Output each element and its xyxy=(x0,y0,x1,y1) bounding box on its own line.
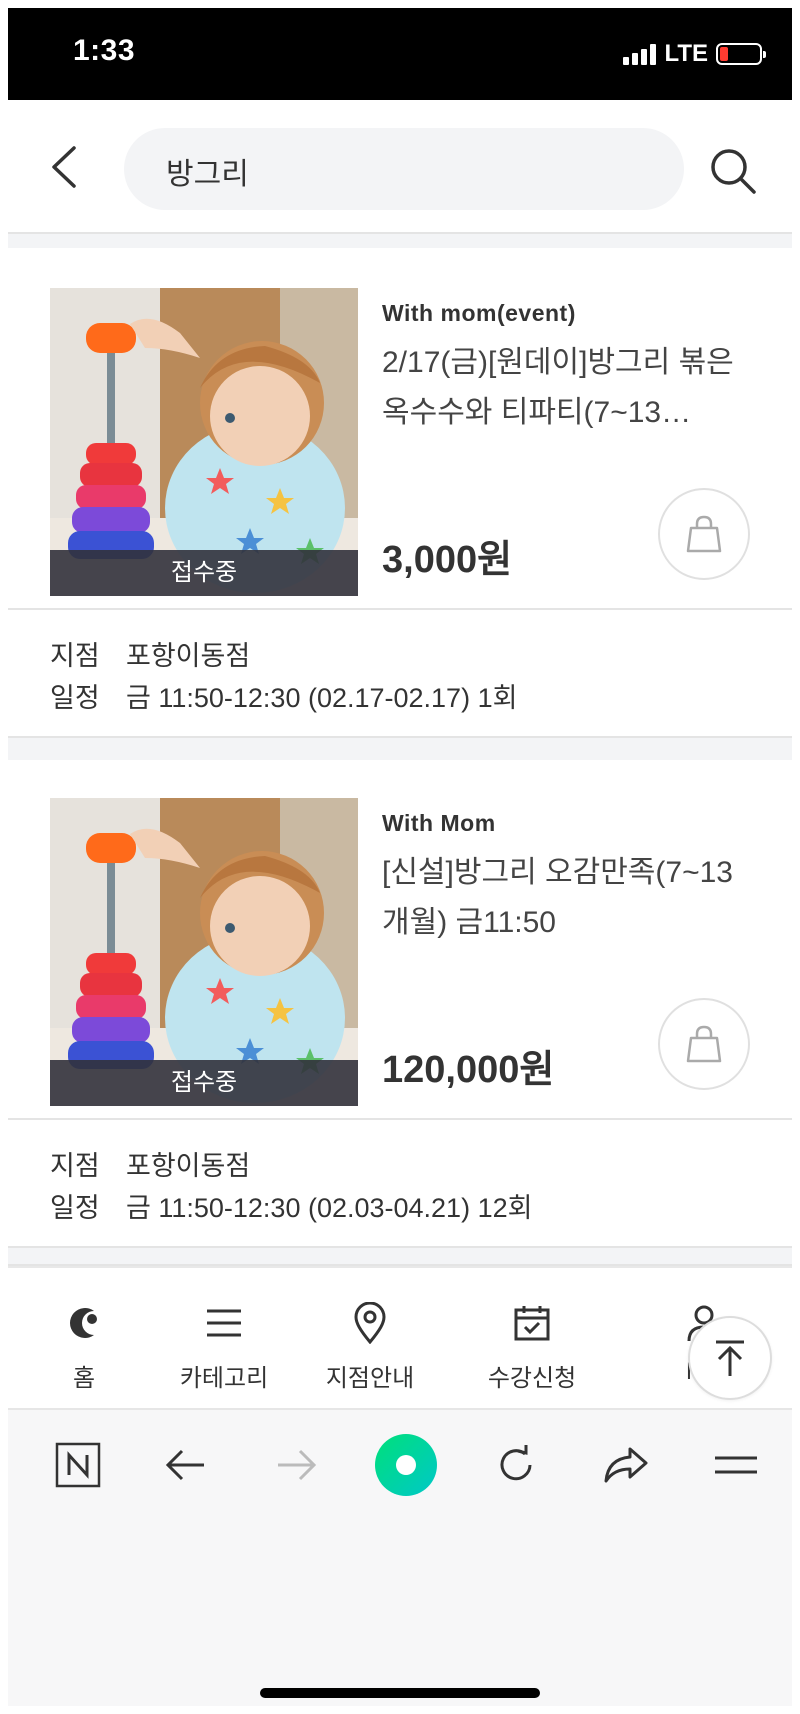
green-dot-icon xyxy=(375,1434,437,1496)
cart-button[interactable] xyxy=(658,488,750,580)
product-price: 3,000원 xyxy=(382,539,513,581)
branch-label: 지점 xyxy=(50,1151,100,1181)
nav-home-label: 홈 xyxy=(72,1365,96,1392)
browser-toolbar xyxy=(8,1408,792,1706)
browser-menu-button[interactable] xyxy=(701,1430,771,1500)
scroll-top-button[interactable] xyxy=(688,1316,772,1400)
branch-label: 지점 xyxy=(50,641,100,671)
network-label: LTE xyxy=(664,40,708,67)
product-card[interactable]: 접수중 With mom(event) 2/17(금)[원데이]방그리 볶은 옥… xyxy=(8,248,792,608)
product-title[interactable]: 2/17(금)[원데이]방그리 볶은 옥수수와 티파티(7~13… xyxy=(382,338,752,438)
home-indicator xyxy=(260,1688,540,1698)
shopping-bag-icon xyxy=(686,515,722,553)
share-icon xyxy=(604,1447,648,1483)
nav-branch-label: 지점안내 xyxy=(325,1365,415,1392)
schedule-value: 금 11:50-12:30 (02.03-04.21) 12회 xyxy=(126,1193,533,1223)
menu-icon xyxy=(715,1456,757,1474)
status-bar: 1:33 LTE xyxy=(8,8,792,100)
search-header: 방그리 xyxy=(8,100,792,234)
search-icon xyxy=(711,149,756,194)
nav-branch[interactable]: 지점안내 xyxy=(300,1300,440,1393)
section-gap xyxy=(8,1248,792,1264)
refresh-icon xyxy=(500,1445,532,1481)
status-badge: 접수중 xyxy=(50,1060,358,1106)
schedule-label: 일정 xyxy=(50,683,100,713)
product-category: With Mom xyxy=(382,810,496,836)
branch-row: 지점 포항이동점 xyxy=(50,634,250,673)
app-bottom-nav: 홈 카테고리 지점안내 수강신청 MY xyxy=(8,1266,792,1408)
menu-icon xyxy=(154,1300,294,1346)
schedule-row: 일정 금 11:50-12:30 (02.17-02.17) 1회 xyxy=(50,676,517,715)
product-info: 지점 포항이동점 일정 금 11:50-12:30 (02.03-04.21) 12… xyxy=(8,1120,792,1246)
status-time: 1:33 xyxy=(73,34,136,67)
branch-value: 포항이동점 xyxy=(126,1151,251,1181)
search-button[interactable] xyxy=(708,146,758,196)
status-badge: 접수중 xyxy=(50,550,358,596)
naver-n-icon xyxy=(55,1442,101,1488)
search-query: 방그리 xyxy=(166,158,249,191)
product-info: 지점 포항이동점 일정 금 11:50-12:30 (02.17-02.17) 1회 xyxy=(8,610,792,736)
home-c-logo-icon xyxy=(14,1300,154,1346)
browser-refresh-button[interactable] xyxy=(481,1430,551,1500)
nav-home[interactable]: 홈 xyxy=(14,1300,154,1393)
battery-level xyxy=(720,47,728,61)
nav-enroll-label: 수강신청 xyxy=(487,1365,577,1392)
battery-icon xyxy=(716,43,766,65)
location-pin-icon xyxy=(300,1300,440,1346)
chevron-left-icon xyxy=(52,146,76,188)
back-arrow-icon xyxy=(165,1449,204,1481)
nav-category-label: 카테고리 xyxy=(179,1365,269,1392)
schedule-value: 금 11:50-12:30 (02.17-02.17) 1회 xyxy=(126,683,518,713)
back-button[interactable] xyxy=(44,142,88,192)
product-image[interactable]: 접수중 xyxy=(50,288,358,596)
browser-back-button[interactable] xyxy=(151,1430,221,1500)
browser-share-button[interactable] xyxy=(591,1430,661,1500)
nav-enroll[interactable]: 수강신청 xyxy=(462,1300,602,1393)
product-price: 120,000원 xyxy=(382,1049,555,1091)
schedule-label: 일정 xyxy=(50,1193,100,1223)
shopping-bag-icon xyxy=(686,1025,722,1063)
product-category: With mom(event) xyxy=(382,300,576,326)
browser-green-button[interactable] xyxy=(367,1426,445,1504)
branch-row: 지점 포항이동점 xyxy=(50,1144,250,1183)
browser-forward-button[interactable] xyxy=(261,1430,331,1500)
app-frame: 1:33 LTE 방그리 접수중 With mom(event) 2/17(금)… xyxy=(8,8,792,1706)
nav-category[interactable]: 카테고리 xyxy=(154,1300,294,1393)
search-input[interactable]: 방그리 xyxy=(124,128,684,210)
product-title[interactable]: [신설]방그리 오감만족(7~13개월) 금11:50 xyxy=(382,848,752,948)
signal-icon xyxy=(623,43,657,65)
naver-home-button[interactable] xyxy=(43,1430,113,1500)
cart-button[interactable] xyxy=(658,998,750,1090)
schedule-row: 일정 금 11:50-12:30 (02.03-04.21) 12회 xyxy=(50,1186,532,1225)
arrow-up-icon xyxy=(716,1340,744,1376)
status-indicators: LTE xyxy=(623,40,766,68)
branch-value: 포항이동점 xyxy=(126,641,251,671)
calendar-check-icon xyxy=(462,1300,602,1346)
section-gap xyxy=(8,738,792,760)
product-card[interactable]: 접수중 With Mom [신설]방그리 오감만족(7~13개월) 금11:50… xyxy=(8,760,792,1118)
product-image[interactable]: 접수중 xyxy=(50,798,358,1106)
forward-arrow-icon xyxy=(278,1449,317,1481)
